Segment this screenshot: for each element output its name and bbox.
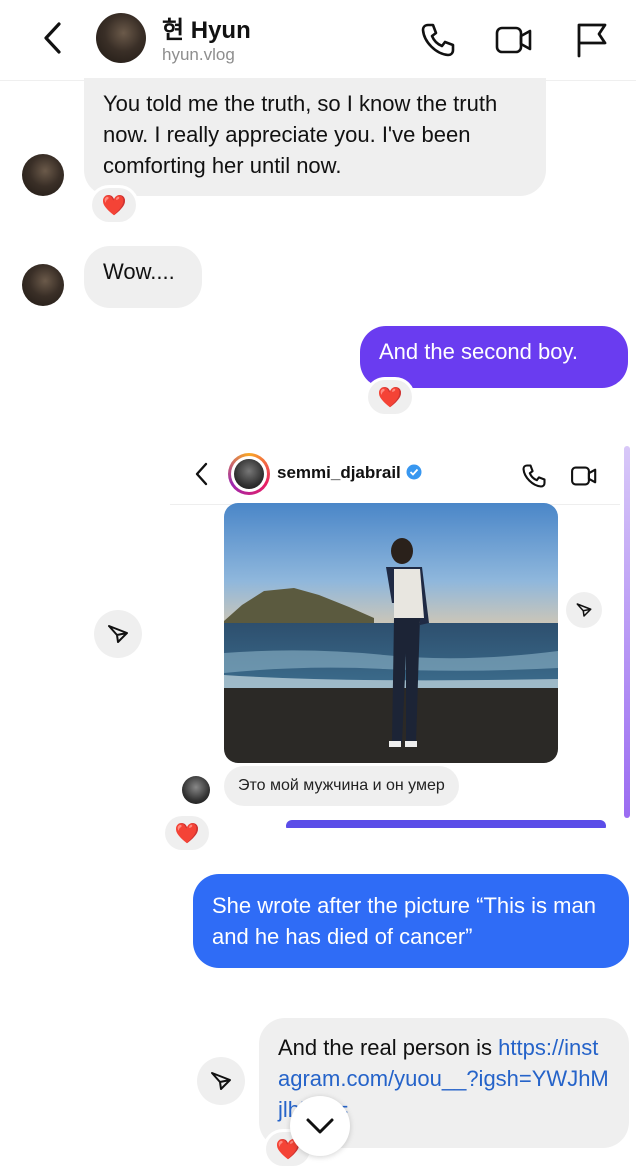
story-ring xyxy=(228,453,270,495)
embedded-caption: Это мой мужчина и он умер xyxy=(224,766,459,806)
back-chevron-icon xyxy=(195,462,208,486)
embedded-sender-avatar xyxy=(182,776,210,804)
shared-image[interactable]: semmi_djabrail Это мой мужчина и он умер xyxy=(170,440,630,828)
embedded-avatar xyxy=(234,459,264,489)
heart-icon: ❤️ xyxy=(174,822,200,845)
incoming-message[interactable]: You told me the truth, so I know the tru… xyxy=(84,78,546,196)
heart-reaction[interactable]: ❤️ xyxy=(92,188,136,222)
outgoing-message[interactable]: She wrote after the picture “This is man… xyxy=(193,874,629,968)
phone-icon[interactable] xyxy=(418,20,458,60)
forward-button[interactable] xyxy=(94,610,142,658)
beach-photo xyxy=(224,503,558,763)
chat-header: 현 Hyun hyun.vlog xyxy=(0,0,636,81)
heart-reaction[interactable]: ❤️ xyxy=(165,816,209,850)
send-icon xyxy=(108,625,128,643)
chevron-down-icon xyxy=(306,1118,334,1134)
phone-icon xyxy=(522,464,546,488)
heart-icon: ❤️ xyxy=(101,194,127,217)
embedded-username: semmi_djabrail xyxy=(277,463,422,483)
video-icon xyxy=(571,466,597,486)
back-chevron-icon[interactable] xyxy=(38,18,68,58)
verified-badge-icon xyxy=(406,464,422,480)
contact-name[interactable]: 현 Hyun xyxy=(162,10,251,45)
send-icon xyxy=(211,1072,231,1090)
send-icon xyxy=(576,603,592,617)
contact-username[interactable]: hyun.vlog xyxy=(162,45,235,65)
embedded-bubble-edge xyxy=(286,820,606,828)
sender-avatar[interactable] xyxy=(22,264,64,306)
contact-avatar[interactable] xyxy=(96,13,146,63)
outgoing-message[interactable]: And the second boy. xyxy=(360,326,628,388)
sender-avatar[interactable] xyxy=(22,154,64,196)
incoming-message[interactable]: Wow.... xyxy=(84,246,202,308)
forward-button xyxy=(566,592,602,628)
message-text: And the real person is xyxy=(278,1035,499,1060)
video-icon[interactable] xyxy=(494,20,534,60)
scroll-to-bottom-button[interactable] xyxy=(290,1096,350,1156)
heart-reaction[interactable]: ❤️ xyxy=(368,380,412,414)
image-edge xyxy=(624,446,630,818)
heart-icon: ❤️ xyxy=(377,386,403,409)
flag-icon[interactable] xyxy=(572,20,612,60)
forward-button[interactable] xyxy=(197,1057,245,1105)
